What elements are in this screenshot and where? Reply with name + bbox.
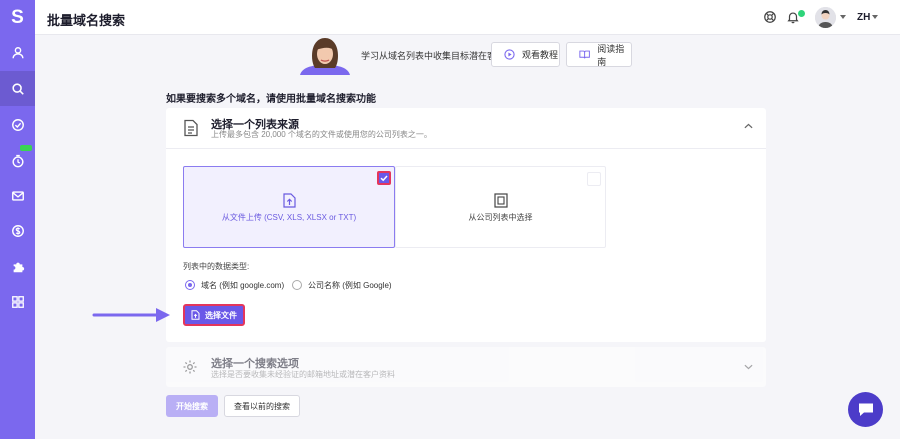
book-icon (579, 50, 590, 59)
file-upload-icon (283, 193, 296, 208)
company-option-checkbox[interactable] (587, 172, 601, 186)
checkmark-icon (380, 175, 388, 182)
data-type-label: 列表中的数据类型: (183, 262, 250, 271)
pointer-arrow-icon (92, 308, 170, 322)
radio-company-name[interactable] (292, 280, 302, 290)
choose-file-button[interactable]: 选择文件 (183, 304, 245, 326)
language-selector[interactable]: ZH (857, 12, 870, 23)
sidebar: S (0, 0, 35, 439)
search-option-panel[interactable]: 选择一个搜索选项 选择是否要收集未经验证的邮箱地址或潜在客户资料 (166, 347, 766, 387)
view-previous-searches-button[interactable]: 查看以前的搜索 (224, 395, 300, 417)
grid-icon (11, 295, 24, 308)
page-title: 批量域名搜索 (47, 13, 126, 28)
company-list-label: 从公司列表中选择 (468, 213, 533, 222)
upload-option-checkbox[interactable] (377, 171, 391, 185)
start-search-button[interactable]: 开始搜索 (166, 395, 218, 417)
upload-file-label: 从文件上传 (CSV, XLS, XLSX or TXT) (221, 213, 357, 222)
upload-file-option[interactable]: 从文件上传 (CSV, XLS, XLSX or TXT) (183, 166, 395, 248)
gear-icon (183, 360, 197, 374)
file-upload-icon (191, 310, 200, 320)
radio-domain[interactable] (185, 280, 195, 290)
mail-icon (11, 190, 24, 201)
document-list-icon (184, 119, 198, 137)
search-section-description: 选择是否要收集未经验证的邮箱地址或潜在客户资料 (211, 370, 395, 379)
sidebar-item-billing[interactable] (0, 213, 35, 248)
radio-domain-label: 域名 (例如 google.com) (201, 281, 285, 290)
help-lifebuoy-icon[interactable] (763, 10, 777, 24)
puzzle-icon (13, 262, 24, 272)
avatar-person-icon (815, 7, 836, 28)
company-list-option[interactable]: 从公司列表中选择 (395, 166, 606, 248)
source-section-description: 上传最多包含 20,000 个域名的文件或使用您的公司列表之一。 (211, 130, 432, 139)
read-guide-button[interactable]: 阅读指南 (566, 42, 632, 67)
sidebar-item-user[interactable] (0, 35, 35, 70)
chat-bubble-icon (858, 403, 873, 416)
chevron-up-icon[interactable] (744, 123, 753, 129)
radio-company-name-label: 公司名称 (例如 Google) (308, 281, 392, 290)
search-icon (11, 82, 24, 95)
top-header: 批量域名搜索 ZH (35, 0, 900, 35)
company-list-icon (494, 193, 508, 208)
watch-tutorial-button[interactable]: 观看教程 (491, 42, 560, 67)
app-logo[interactable]: S (0, 0, 35, 35)
check-circle-icon (11, 118, 24, 131)
play-circle-icon (504, 49, 515, 60)
notification-dot (798, 10, 805, 17)
banner-text: 学习从域名列表中收集目标潜在客户 (361, 51, 506, 61)
language-chevron-down-icon[interactable] (872, 15, 878, 19)
chat-support-button[interactable] (848, 392, 883, 427)
sidebar-item-mail[interactable] (0, 178, 35, 213)
timer-icon (11, 154, 24, 167)
tutorial-presenter-photo (299, 36, 351, 75)
list-source-panel: 选择一个列表来源 上传最多包含 20,000 个域名的文件或使用您的公司列表之一… (166, 108, 766, 342)
avatar-chevron-down-icon[interactable] (840, 15, 846, 19)
sidebar-item-verify[interactable] (0, 107, 35, 142)
sidebar-item-integrations[interactable] (0, 249, 35, 284)
chevron-down-icon[interactable] (744, 364, 753, 370)
user-icon (11, 46, 24, 58)
sidebar-item-apps[interactable] (0, 284, 35, 319)
instruction-heading: 如果要搜索多个域名，请使用批量域名搜索功能 (166, 94, 376, 105)
dollar-icon (11, 224, 24, 237)
watch-tutorial-label: 观看教程 (522, 50, 559, 60)
sidebar-item-search[interactable] (0, 71, 35, 106)
new-badge (20, 145, 32, 151)
avatar[interactable] (815, 7, 836, 28)
panel-divider (166, 148, 766, 149)
read-guide-label: 阅读指南 (597, 43, 625, 67)
choose-file-label: 选择文件 (205, 310, 237, 320)
